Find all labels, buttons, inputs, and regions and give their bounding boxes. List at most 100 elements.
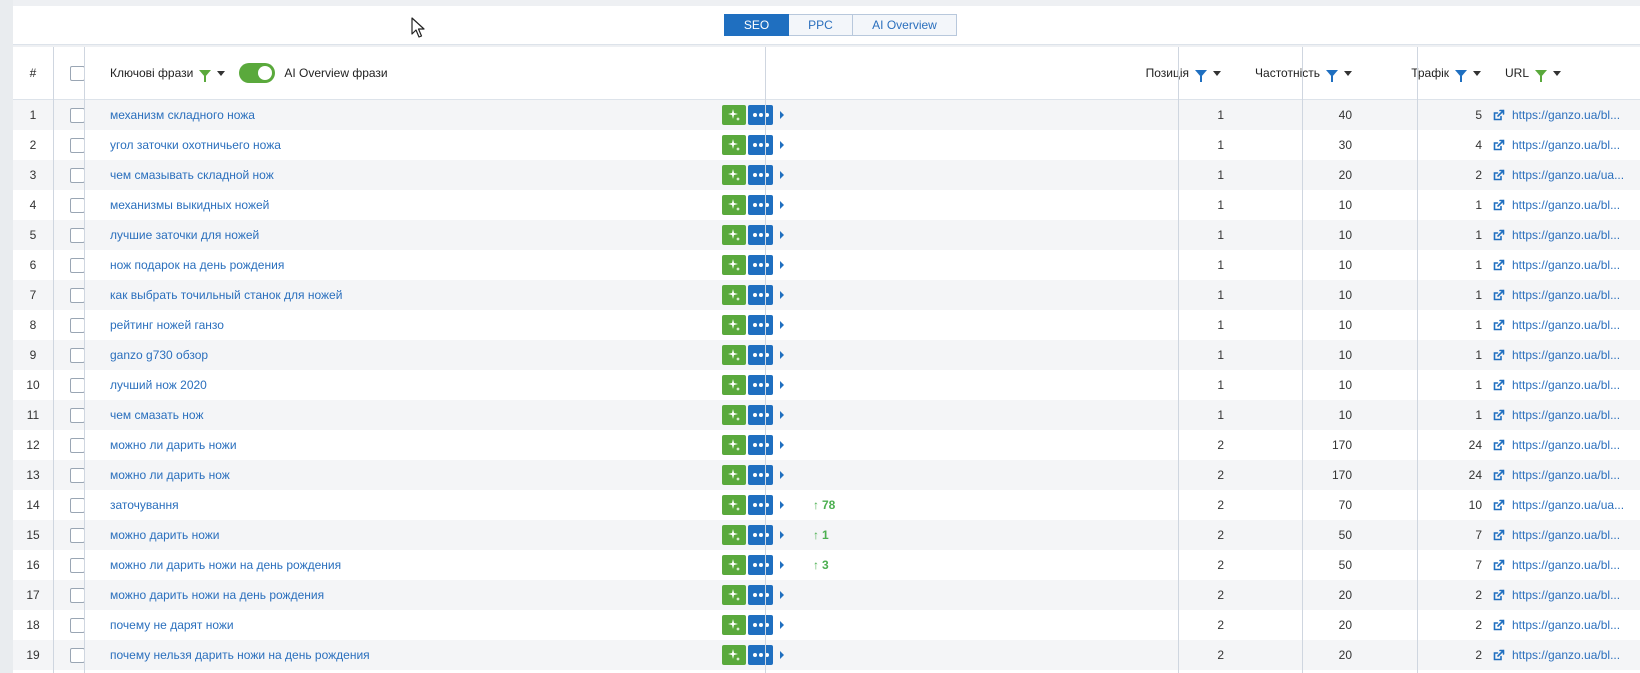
url-link[interactable]: https://ganzo.ua/bl... <box>1493 100 1640 130</box>
ai-sparkle-button[interactable] <box>722 585 746 605</box>
row-checkbox[interactable] <box>70 257 85 273</box>
row-checkbox[interactable] <box>70 227 85 243</box>
caret-right-icon[interactable] <box>780 501 784 509</box>
url-link[interactable]: https://ganzo.ua/bl... <box>1493 580 1640 610</box>
url-text[interactable]: https://ganzo.ua/ua... <box>1512 168 1624 182</box>
row-checkbox[interactable] <box>70 467 85 483</box>
header-frequency-label[interactable]: Частотність <box>1255 66 1320 80</box>
row-checkbox[interactable] <box>70 347 85 363</box>
row-checkbox[interactable] <box>70 407 85 423</box>
filter-icon[interactable] <box>1535 69 1548 82</box>
more-actions-button[interactable] <box>748 285 773 305</box>
url-link[interactable]: https://ganzo.ua/bl... <box>1493 340 1640 370</box>
ai-sparkle-button[interactable] <box>722 195 746 215</box>
row-checkbox[interactable] <box>70 557 85 573</box>
caret-right-icon[interactable] <box>780 261 784 269</box>
row-checkbox[interactable] <box>70 107 85 123</box>
header-position-label[interactable]: Позиція <box>1146 66 1189 80</box>
more-actions-button[interactable] <box>748 495 773 515</box>
keyword-link[interactable]: можно ли дарить ножи на день рождения <box>110 550 670 580</box>
url-text[interactable]: https://ganzo.ua/bl... <box>1512 528 1620 542</box>
chevron-down-icon[interactable] <box>1473 70 1481 76</box>
url-link[interactable]: https://ganzo.ua/bl... <box>1493 550 1640 580</box>
more-actions-button[interactable] <box>748 525 773 545</box>
more-actions-button[interactable] <box>748 375 773 395</box>
more-actions-button[interactable] <box>748 615 773 635</box>
more-actions-button[interactable] <box>748 585 773 605</box>
chevron-down-icon[interactable] <box>1213 70 1221 76</box>
row-checkbox[interactable] <box>70 167 85 183</box>
keyword-link[interactable]: лучший нож 2020 <box>110 370 670 400</box>
filter-icon[interactable] <box>199 69 212 82</box>
row-checkbox[interactable] <box>70 377 85 393</box>
keyword-link[interactable]: чем смазать нож <box>110 400 670 430</box>
ai-sparkle-button[interactable] <box>722 615 746 635</box>
tab-ai-overview[interactable]: AI Overview <box>853 14 957 36</box>
url-text[interactable]: https://ganzo.ua/bl... <box>1512 318 1620 332</box>
caret-right-icon[interactable] <box>780 651 784 659</box>
filter-icon[interactable] <box>1326 69 1338 82</box>
more-actions-button[interactable] <box>748 225 773 245</box>
header-keywords-label[interactable]: Ключові фрази <box>110 66 193 80</box>
header-url-label[interactable]: URL <box>1505 66 1529 80</box>
chevron-down-icon[interactable] <box>1553 70 1562 76</box>
more-actions-button[interactable] <box>748 315 773 335</box>
keyword-link[interactable]: лучшие заточки для ножей <box>110 220 670 250</box>
keyword-link[interactable]: можно ли дарить ножи <box>110 430 670 460</box>
ai-sparkle-button[interactable] <box>722 495 746 515</box>
url-text[interactable]: https://ganzo.ua/bl... <box>1512 348 1620 362</box>
keyword-link[interactable]: можно ли дарить нож <box>110 460 670 490</box>
url-text[interactable]: https://ganzo.ua/bl... <box>1512 618 1620 632</box>
caret-right-icon[interactable] <box>780 621 784 629</box>
ai-sparkle-button[interactable] <box>722 135 746 155</box>
keyword-link[interactable]: рейтинг ножей ганзо <box>110 310 670 340</box>
ai-sparkle-button[interactable] <box>722 465 746 485</box>
ai-sparkle-button[interactable] <box>722 645 746 665</box>
caret-right-icon[interactable] <box>780 171 784 179</box>
url-link[interactable]: https://ganzo.ua/bl... <box>1493 430 1640 460</box>
url-text[interactable]: https://ganzo.ua/bl... <box>1512 558 1620 572</box>
url-link[interactable]: https://ganzo.ua/bl... <box>1493 610 1640 640</box>
chevron-down-icon[interactable] <box>217 70 226 76</box>
url-link[interactable]: https://ganzo.ua/bl... <box>1493 520 1640 550</box>
row-checkbox[interactable] <box>70 647 85 663</box>
row-checkbox[interactable] <box>70 617 85 633</box>
caret-right-icon[interactable] <box>780 111 784 119</box>
caret-right-icon[interactable] <box>780 291 784 299</box>
caret-right-icon[interactable] <box>780 411 784 419</box>
more-actions-button[interactable] <box>748 645 773 665</box>
ai-sparkle-button[interactable] <box>722 405 746 425</box>
url-text[interactable]: https://ganzo.ua/ua... <box>1512 498 1624 512</box>
caret-right-icon[interactable] <box>780 351 784 359</box>
keyword-link[interactable]: ganzo g730 обзор <box>110 340 670 370</box>
ai-sparkle-button[interactable] <box>722 225 746 245</box>
url-text[interactable]: https://ganzo.ua/bl... <box>1512 228 1620 242</box>
tab-seo[interactable]: SEO <box>724 14 789 36</box>
caret-right-icon[interactable] <box>780 531 784 539</box>
url-link[interactable]: https://ganzo.ua/ua... <box>1493 160 1640 190</box>
more-actions-button[interactable] <box>748 105 773 125</box>
row-checkbox[interactable] <box>70 137 85 153</box>
row-checkbox[interactable] <box>70 197 85 213</box>
ai-sparkle-button[interactable] <box>722 105 746 125</box>
more-actions-button[interactable] <box>748 135 773 155</box>
url-text[interactable]: https://ganzo.ua/bl... <box>1512 468 1620 482</box>
caret-right-icon[interactable] <box>780 231 784 239</box>
keyword-link[interactable]: механизмы выкидных ножей <box>110 190 670 220</box>
row-checkbox[interactable] <box>70 587 85 603</box>
caret-right-icon[interactable] <box>780 141 784 149</box>
ai-sparkle-button[interactable] <box>722 375 746 395</box>
row-checkbox[interactable] <box>70 497 85 513</box>
url-text[interactable]: https://ganzo.ua/bl... <box>1512 648 1620 662</box>
more-actions-button[interactable] <box>748 195 773 215</box>
ai-sparkle-button[interactable] <box>722 285 746 305</box>
url-text[interactable]: https://ganzo.ua/bl... <box>1512 258 1620 272</box>
keyword-link[interactable]: можно дарить ножи <box>110 520 670 550</box>
url-link[interactable]: https://ganzo.ua/bl... <box>1493 460 1640 490</box>
ai-sparkle-button[interactable] <box>722 345 746 365</box>
url-text[interactable]: https://ganzo.ua/bl... <box>1512 138 1620 152</box>
row-checkbox[interactable] <box>70 317 85 333</box>
select-all-checkbox[interactable] <box>70 65 85 81</box>
url-text[interactable]: https://ganzo.ua/bl... <box>1512 288 1620 302</box>
row-checkbox[interactable] <box>70 287 85 303</box>
